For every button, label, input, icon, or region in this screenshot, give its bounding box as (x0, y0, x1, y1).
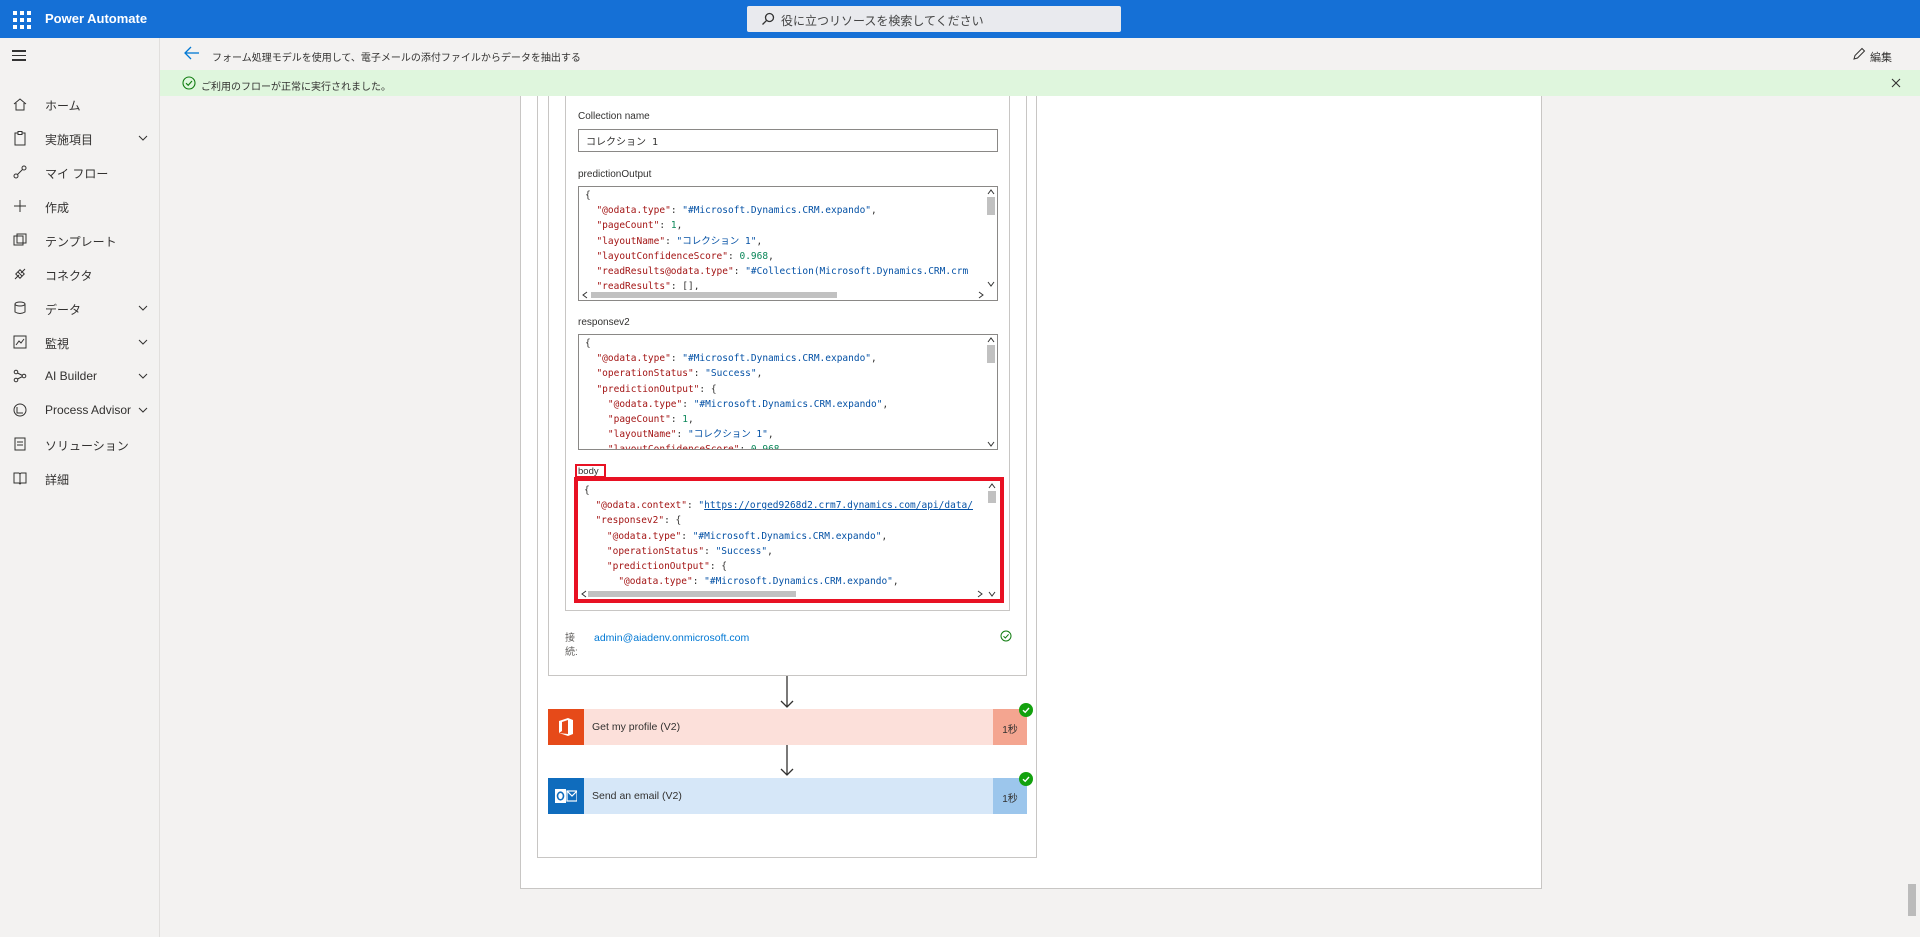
scroll-up-icon[interactable] (987, 336, 995, 344)
page-scrollbar[interactable] (1904, 96, 1920, 937)
collection-name-field[interactable]: コレクション 1 (578, 129, 998, 152)
connection-account-link[interactable]: admin@aiadenv.onmicrosoft.com (594, 632, 749, 644)
connector-icon (14, 268, 26, 280)
responsev2-label: responsev2 (578, 317, 630, 328)
responsev2-code: { "@odata.type": "#Microsoft.Dynamics.CR… (585, 338, 889, 450)
sidebar-item-label: データ (45, 303, 82, 317)
app-top-bar: Power Automate 役に立つリソースを検索してください (0, 0, 1920, 38)
connection-ok-icon (1000, 630, 1012, 642)
vertical-scrollbar[interactable] (985, 335, 997, 449)
database-icon (14, 301, 26, 314)
sidebar-item-label: ソリューション (45, 439, 129, 453)
sidebar-item-label: ホーム (45, 99, 81, 113)
responsev2-codebox[interactable]: { "@odata.type": "#Microsoft.Dynamics.CR… (578, 334, 998, 450)
sidebar-item[interactable]: テンプレート (0, 225, 160, 255)
outlook-icon (548, 778, 584, 814)
connection-label: 接続: (565, 633, 578, 658)
back-arrow-icon[interactable] (184, 46, 200, 60)
chevron-down-icon[interactable] (138, 372, 148, 380)
search-box[interactable]: 役に立つリソースを検索してください (747, 6, 1121, 32)
scroll-up-icon[interactable] (987, 188, 995, 196)
chevron-down-icon[interactable] (138, 134, 148, 142)
page-title: フォーム処理モデルを使用して、電子メールの添付ファイルからデータを抽出する (212, 53, 581, 64)
success-banner: ご利用のフローが正常に実行されました。 (160, 70, 1920, 96)
sidebar-item[interactable]: 監視 (0, 327, 160, 357)
book-icon (13, 472, 27, 485)
sidebar-item[interactable]: 実施項目 (0, 123, 160, 153)
sidebar-item-label: 監視 (45, 337, 70, 351)
left-navigation: ホーム実施項目マイ フロー 作成テンプレート コネクタデータ監視 AI Builder… (0, 38, 160, 937)
solution-icon (14, 437, 26, 451)
sidebar-item-label: 作成 (45, 201, 70, 215)
sidebar-item-label: マイ フロー (45, 167, 109, 181)
sidebar-item-label: Process Advisor (45, 403, 132, 417)
chevron-down-icon[interactable] (138, 406, 148, 414)
sidebar-item-label: AI Builder (45, 369, 98, 383)
page-header: フォーム処理モデルを使用して、電子メールの添付ファイルからデータを抽出する 編集 (160, 38, 1920, 70)
close-icon[interactable] (1890, 77, 1902, 89)
prediction-output-codebox[interactable]: { "@odata.type": "#Microsoft.Dynamics.CR… (578, 186, 998, 301)
sidebar-item[interactable]: マイ フロー (0, 157, 160, 187)
banner-message: ご利用のフローが正常に実行されました。 (201, 82, 391, 93)
search-placeholder: 役に立つリソースを検索してください (781, 14, 984, 28)
sidebar-item[interactable]: ソリューション (0, 429, 160, 459)
chevron-down-icon[interactable] (138, 304, 148, 312)
sidebar-item-label: テンプレート (45, 235, 117, 249)
sidebar-item[interactable]: 作成 (0, 191, 160, 221)
sidebar-item[interactable]: AI Builder (0, 361, 160, 391)
plus-icon (14, 200, 26, 212)
sidebar-item[interactable]: Process Advisor (0, 395, 160, 425)
vertical-scrollbar[interactable] (985, 187, 997, 300)
sidebar-item[interactable]: 詳細 (0, 463, 160, 493)
scroll-right-icon[interactable] (977, 291, 985, 299)
hamburger-menu-icon[interactable] (12, 50, 26, 61)
process-advisor-icon (13, 403, 27, 417)
ai-builder-icon (13, 369, 27, 383)
action-name: Send an email (V2) (592, 790, 682, 802)
sidebar-item[interactable]: ホーム (0, 89, 160, 119)
action-name: Get my profile (V2) (592, 721, 681, 733)
success-check-icon (182, 76, 196, 90)
body-label-highlight (575, 464, 606, 478)
scroll-left-icon[interactable] (581, 291, 589, 299)
scroll-down-icon[interactable] (987, 440, 995, 448)
template-icon (13, 233, 27, 246)
sidebar-item[interactable]: コネクタ (0, 259, 160, 289)
search-icon (762, 12, 775, 25)
horizontal-scrollbar[interactable] (579, 290, 987, 300)
app-name[interactable]: Power Automate (45, 11, 147, 26)
sidebar-item-label: 詳細 (45, 473, 70, 487)
collection-name-label: Collection name (578, 111, 650, 122)
monitor-icon (13, 335, 27, 349)
action-get-my-profile[interactable]: Get my profile (V2) 1秒 (548, 703, 1033, 745)
body-highlight-box (574, 477, 1004, 603)
sidebar-item-label: 実施項目 (45, 133, 94, 147)
flow-arrow-icon (780, 676, 794, 708)
clipboard-icon (14, 131, 26, 146)
sidebar-item-label: コネクタ (45, 269, 93, 283)
app-launcher-icon[interactable] (10, 8, 32, 30)
flow-icon (13, 165, 27, 179)
action-send-an-email[interactable]: Send an email (V2) 1秒 (548, 772, 1033, 814)
office-icon (548, 709, 584, 745)
prediction-output-label: predictionOutput (578, 169, 652, 180)
success-check-icon (1019, 772, 1033, 786)
scroll-down-icon[interactable] (987, 280, 995, 288)
flow-arrow-icon (780, 744, 794, 776)
home-icon (13, 98, 27, 111)
pencil-icon (1853, 47, 1866, 60)
chevron-down-icon[interactable] (138, 338, 148, 346)
success-check-icon (1019, 703, 1033, 717)
sidebar-item[interactable]: データ (0, 293, 160, 323)
prediction-output-code: { "@odata.type": "#Microsoft.Dynamics.CR… (585, 190, 969, 300)
edit-label: 編集 (1870, 52, 1892, 64)
